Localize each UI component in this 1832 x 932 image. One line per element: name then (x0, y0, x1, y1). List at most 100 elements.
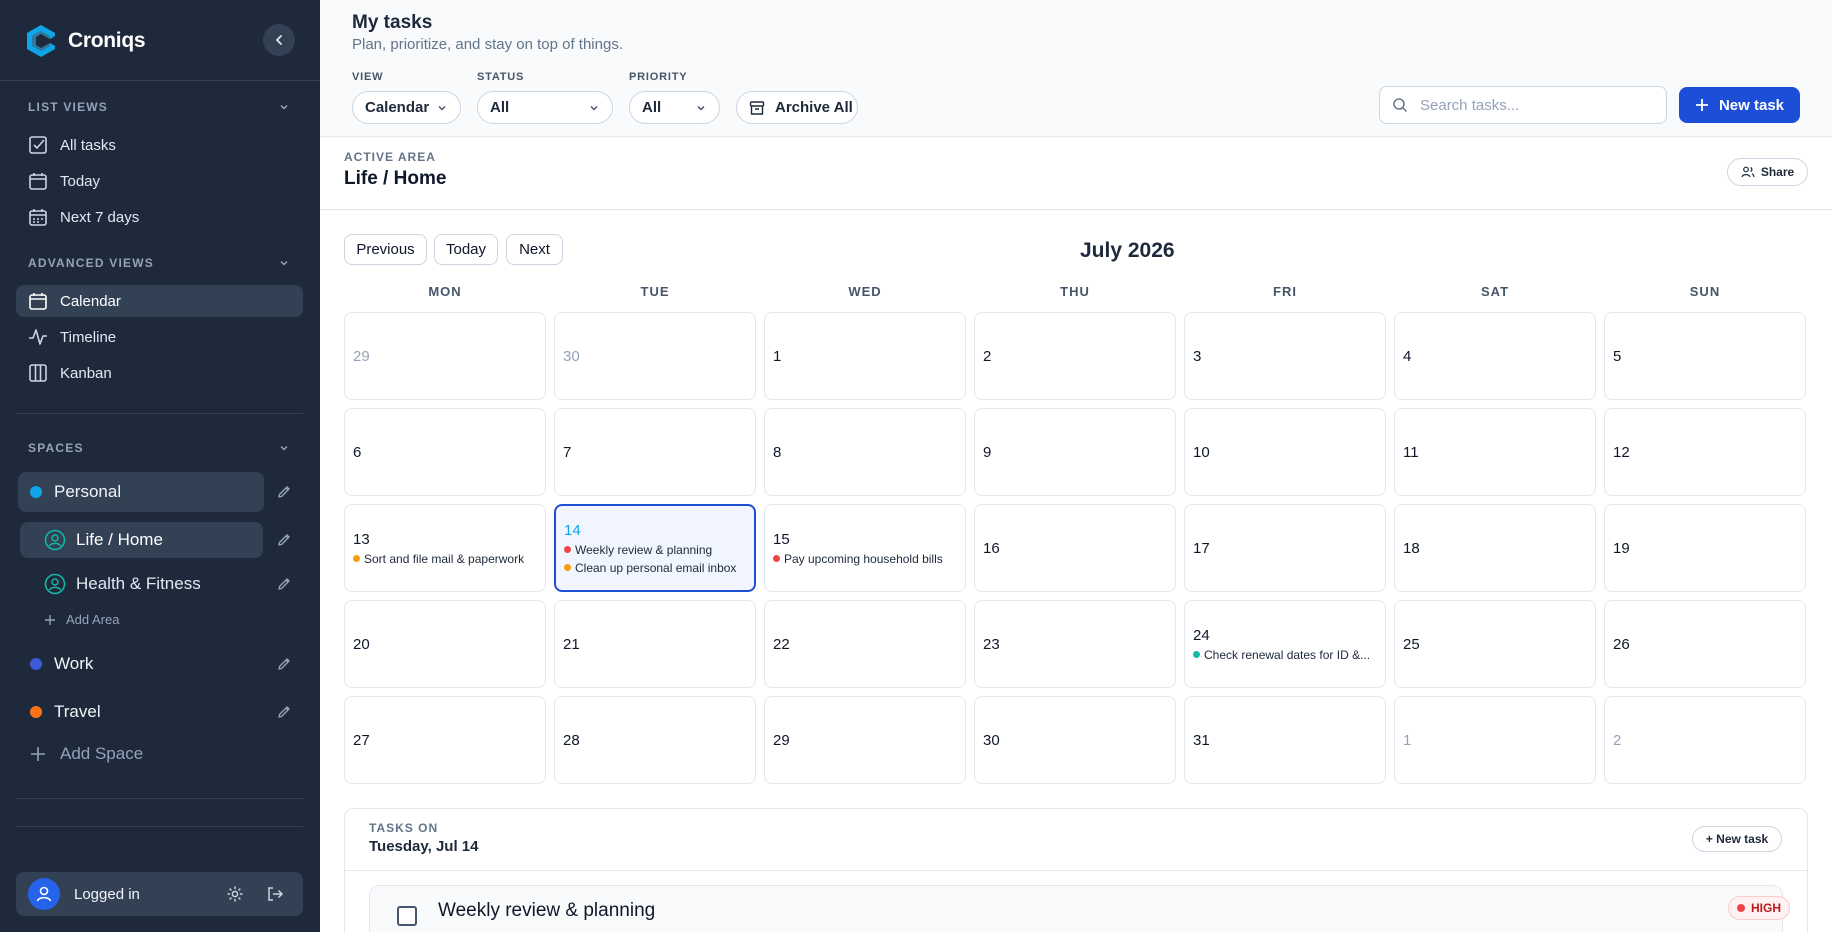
sidebar-item-all-tasks[interactable]: All tasks (16, 129, 303, 161)
advanced-views-header[interactable]: ADVANCED VIEWS (28, 256, 290, 270)
day-cell[interactable]: 16 (974, 504, 1176, 592)
search-box[interactable] (1379, 86, 1667, 124)
day-cell[interactable]: 13 Sort and file mail & paperwork (344, 504, 546, 592)
space-work[interactable]: Work (18, 644, 264, 684)
edit-space-button[interactable] (272, 480, 296, 504)
chevron-down-icon (697, 105, 705, 111)
day-cell[interactable]: 5 (1604, 312, 1806, 400)
list-views-header[interactable]: LIST VIEWS (28, 100, 290, 114)
add-space-button[interactable]: Add Space (30, 744, 143, 764)
spaces-header[interactable]: SPACES (28, 441, 290, 455)
day-cell[interactable]: 23 (974, 600, 1176, 688)
new-task-for-day-button[interactable]: + New task (1692, 826, 1782, 852)
sidebar-item-today[interactable]: Today (16, 165, 303, 197)
view-select[interactable]: Calendar (352, 91, 461, 124)
app-name: Croniqs (68, 29, 146, 52)
day-cell[interactable]: 2 (974, 312, 1176, 400)
task-title: Weekly review & planning (438, 900, 656, 921)
avatar[interactable] (28, 878, 60, 910)
day-cell[interactable]: 18 (1394, 504, 1596, 592)
new-task-button[interactable]: New task (1679, 87, 1800, 123)
sidebar-item-label: All tasks (60, 136, 116, 154)
edit-space-button[interactable] (272, 652, 296, 676)
day-cell[interactable]: 11 (1394, 408, 1596, 496)
edit-space-button[interactable] (272, 700, 296, 724)
day-cell[interactable]: 1 (764, 312, 966, 400)
day-cell[interactable]: 9 (974, 408, 1176, 496)
next-month-button[interactable]: Next (506, 234, 563, 265)
day-cell[interactable]: 4 (1394, 312, 1596, 400)
day-cell[interactable]: 1 (1394, 696, 1596, 784)
pencil-icon (278, 534, 290, 546)
divider (16, 413, 303, 414)
day-cell-selected[interactable]: 14 Weekly review & planning Clean up perso… (554, 504, 756, 592)
user-icon (36, 886, 52, 902)
space-travel[interactable]: Travel (18, 692, 264, 732)
edit-area-button[interactable] (272, 528, 296, 552)
day-cell[interactable]: 19 (1604, 504, 1806, 592)
task-card[interactable]: Weekly review & planning HIGH (369, 885, 1790, 932)
day-cell[interactable]: 26 (1604, 600, 1806, 688)
day-cell[interactable]: 28 (554, 696, 756, 784)
day-cell[interactable]: 3 (1184, 312, 1386, 400)
day-cell[interactable]: 10 (1184, 408, 1386, 496)
archive-all-button[interactable]: Archive All (736, 91, 858, 124)
sidebar-item-calendar[interactable]: Calendar (16, 285, 303, 317)
plus-icon (31, 747, 45, 761)
day-cell[interactable]: 2 (1604, 696, 1806, 784)
day-cell[interactable]: 30 (554, 312, 756, 400)
sidebar-item-kanban[interactable]: Kanban (16, 357, 303, 389)
today-button[interactable]: Today (434, 234, 498, 265)
logout-button[interactable] (264, 883, 286, 905)
sidebar-item-label: Today (60, 172, 101, 190)
day-cell[interactable]: 6 (344, 408, 546, 496)
calendar-event[interactable]: Weekly review & planning (564, 543, 746, 557)
task-checkbox[interactable] (397, 906, 417, 926)
chevron-left-icon (275, 35, 282, 45)
sidebar-item-timeline[interactable]: Timeline (16, 321, 303, 353)
day-cell[interactable]: 29 (764, 696, 966, 784)
share-button[interactable]: Share (1727, 158, 1808, 186)
search-input[interactable] (1420, 96, 1650, 114)
calendar-event[interactable]: Pay upcoming household bills (773, 552, 957, 566)
collapse-sidebar-button[interactable] (263, 24, 295, 56)
space-color-dot (30, 658, 42, 670)
event-title: Check renewal dates for ID &... (1204, 647, 1371, 662)
area-life-home[interactable]: Life / Home (20, 522, 263, 558)
day-cell[interactable]: 29 (344, 312, 546, 400)
day-number: 28 (563, 731, 580, 749)
day-cell[interactable]: 7 (554, 408, 756, 496)
status-select[interactable]: All (477, 91, 613, 124)
day-cell[interactable]: 17 (1184, 504, 1386, 592)
user-status-label: Logged in (74, 885, 140, 903)
day-cell[interactable]: 31 (1184, 696, 1386, 784)
day-cell[interactable]: 12 (1604, 408, 1806, 496)
space-personal[interactable]: Personal (18, 472, 264, 512)
day-cell[interactable]: 20 (344, 600, 546, 688)
calendar-event[interactable]: Clean up personal email inbox (564, 561, 746, 575)
pencil-icon (278, 486, 290, 498)
new-task-for-day-label: + New task (1705, 832, 1769, 846)
area-health-fitness[interactable]: Health & Fitness (20, 566, 263, 602)
weekday-label: FRI (1273, 284, 1297, 299)
day-cell[interactable]: 21 (554, 600, 756, 688)
priority-select[interactable]: All (629, 91, 720, 124)
day-cell[interactable]: 30 (974, 696, 1176, 784)
day-cell[interactable]: 25 (1394, 600, 1596, 688)
calendar-event[interactable]: Check renewal dates for ID &... (1193, 648, 1377, 662)
brand[interactable]: Croniqs (26, 24, 146, 58)
sidebar-item-next-7-days[interactable]: Next 7 days (16, 201, 303, 233)
calendar-view: Previous Today Next July 2026 MON TUE WED T… (320, 211, 1832, 932)
edit-area-button[interactable] (272, 572, 296, 596)
add-area-button[interactable]: Add Area (44, 612, 120, 627)
checkbox-icon (29, 136, 47, 154)
day-cell[interactable]: 27 (344, 696, 546, 784)
calendar-event[interactable]: Sort and file mail & paperwork (353, 552, 537, 566)
day-cell[interactable]: 15 Pay upcoming household bills (764, 504, 966, 592)
day-cell[interactable]: 8 (764, 408, 966, 496)
day-cell[interactable]: 22 (764, 600, 966, 688)
day-cell[interactable]: 24 Check renewal dates for ID &... (1184, 600, 1386, 688)
event-title: Sort and file mail & paperwork (364, 551, 525, 566)
settings-button[interactable] (224, 883, 246, 905)
previous-month-button[interactable]: Previous (344, 234, 427, 265)
